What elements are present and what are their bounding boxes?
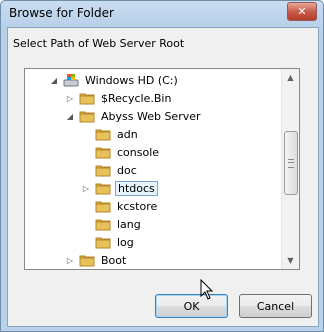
scroll-thumb[interactable] [284, 131, 298, 195]
folder-icon [95, 201, 111, 213]
tree-item-label: Windows HD (C:) [85, 73, 178, 87]
folder-icon [95, 237, 111, 249]
tree-item-label: Boot [101, 253, 127, 267]
tree-item[interactable]: console [81, 143, 161, 161]
tree-item[interactable]: doc [81, 161, 139, 179]
mouse-cursor-icon [200, 279, 214, 300]
close-button[interactable]: ✕ [287, 2, 317, 21]
tree-item-label: $Recycle.Bin [101, 91, 172, 105]
cancel-button[interactable]: Cancel [239, 294, 312, 318]
folder-icon [95, 219, 111, 231]
folder-icon [79, 111, 95, 123]
scroll-grip-icon [288, 159, 294, 168]
collapsed-arrow-icon[interactable]: ▷ [65, 93, 75, 103]
tree-item-label: adn [117, 127, 138, 141]
expanded-arrow-icon[interactable]: ◢ [49, 75, 59, 85]
tree-item-label: lang [117, 217, 141, 231]
expanded-arrow-icon[interactable]: ◢ [65, 111, 75, 121]
tree-item-label: kcstore [117, 199, 158, 213]
title-bar[interactable]: Browse for Folder ✕ [1, 1, 323, 27]
tree-item[interactable]: ▷ $Recycle.Bin [65, 89, 173, 107]
dialog-title: Browse for Folder [9, 6, 114, 20]
tree-item-label: log [117, 235, 134, 249]
folder-tree[interactable]: ◢ Windows HD (C:) ▷ $Recycle.Bin ◢ Abyss Web … [24, 68, 300, 270]
tree-item[interactable]: ◢ Windows HD (C:) [49, 71, 180, 89]
folder-icon [79, 255, 95, 267]
collapsed-arrow-icon[interactable]: ▷ [65, 255, 75, 265]
vertical-scrollbar[interactable]: ▲ ▼ [281, 69, 299, 269]
prompt-text: Select Path of Web Server Root [13, 37, 185, 50]
folder-icon [95, 129, 111, 141]
folder-icon [95, 147, 111, 159]
tree-item[interactable]: lang [81, 215, 143, 233]
tree-item[interactable]: ◢ Abyss Web Server [65, 107, 203, 125]
drive-icon [63, 74, 79, 87]
tree-item-label: Abyss Web Server [101, 109, 201, 123]
folder-icon [95, 183, 111, 195]
dialog-body: Select Path of Web Server Root ◢ Windows … [7, 27, 319, 327]
ok-button[interactable]: OK [155, 294, 228, 318]
tree-item[interactable]: log [81, 233, 136, 251]
scroll-up-arrow[interactable]: ▲ [282, 69, 299, 86]
close-icon: ✕ [297, 5, 307, 18]
collapsed-arrow-icon[interactable]: ▷ [81, 183, 91, 193]
tree-item[interactable]: ▷ Boot [65, 251, 128, 269]
tree-item-label: htdocs [115, 180, 158, 196]
folder-icon [95, 165, 111, 177]
scroll-down-arrow[interactable]: ▼ [282, 252, 299, 269]
tree-item[interactable]: ▷ htdocs [81, 179, 158, 197]
tree-item-label: doc [117, 163, 137, 177]
tree-item-label: console [117, 145, 160, 159]
tree-item[interactable]: kcstore [81, 197, 159, 215]
browse-for-folder-dialog: Browse for Folder ✕ Select Path of Web S… [0, 0, 324, 332]
tree-item[interactable]: adn [81, 125, 140, 143]
folder-icon [79, 93, 95, 105]
